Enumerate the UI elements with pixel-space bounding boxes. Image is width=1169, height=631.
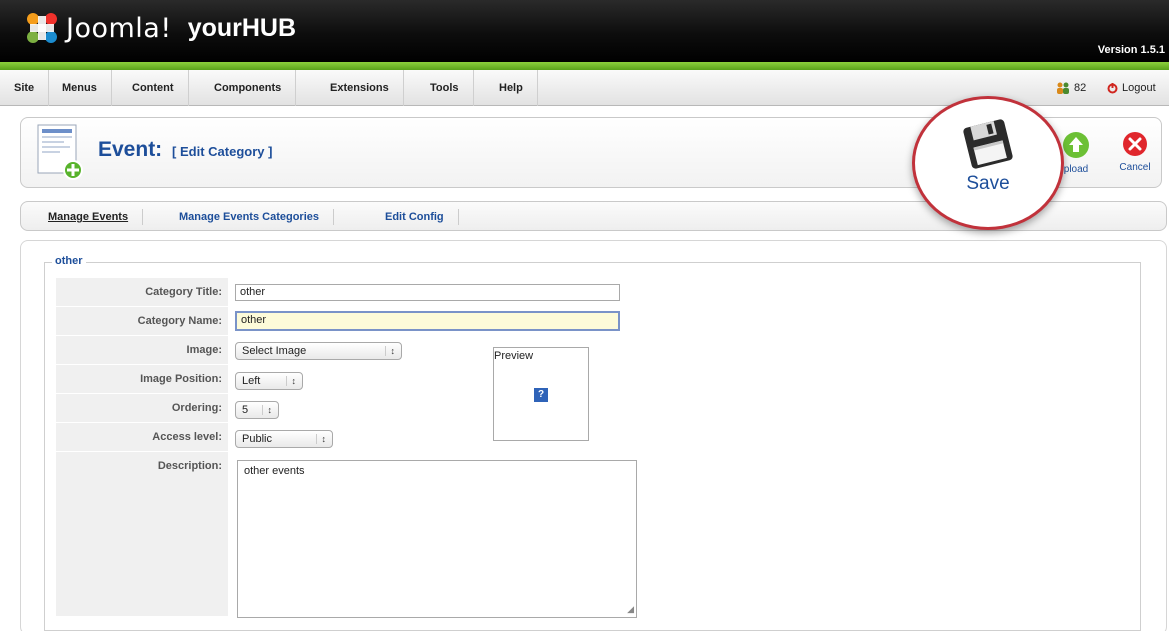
- logout-icon: [1107, 82, 1118, 93]
- joomla-logo-icon: [27, 13, 57, 43]
- logout-link[interactable]: Logout: [1107, 70, 1156, 106]
- cancel-label: Cancel: [1119, 162, 1151, 173]
- image-preview-box: Preview ?: [493, 347, 589, 441]
- menu-content[interactable]: Content: [118, 70, 189, 106]
- label-image: Image:: [56, 336, 228, 365]
- fieldset-legend: other: [52, 255, 86, 267]
- brand-name: Joomla!: [66, 12, 172, 44]
- category-title-input[interactable]: other: [235, 284, 620, 301]
- label-description: Description:: [56, 452, 228, 617]
- cancel-button[interactable]: Cancel: [1109, 130, 1161, 173]
- floppy-disk-icon[interactable]: [958, 117, 1018, 171]
- label-category-name: Category Name:: [56, 307, 228, 336]
- menu-site[interactable]: Site: [0, 70, 50, 106]
- image-position-select[interactable]: Left ↕: [235, 372, 303, 390]
- missing-image-icon: ?: [534, 388, 548, 402]
- select-arrow-icon: ↕: [285, 376, 296, 386]
- menu-menus[interactable]: Menus: [48, 70, 112, 106]
- access-level-value: Public: [242, 433, 272, 445]
- label-access-level: Access level:: [56, 423, 228, 452]
- description-textarea[interactable]: other events ◢: [237, 460, 637, 618]
- cancel-icon: [1123, 132, 1147, 156]
- page: Joomla! yourHUB Version 1.5.1 Site Menus…: [0, 0, 1169, 631]
- select-arrow-icon: ↕: [261, 405, 272, 415]
- joomla-logo: Joomla! yourHUB: [24, 8, 296, 48]
- submenu-manage-events[interactable]: Manage Events: [48, 209, 144, 225]
- logout-label: Logout: [1122, 82, 1156, 94]
- online-users-status[interactable]: 82: [1056, 70, 1086, 106]
- upload-icon: [1063, 132, 1089, 158]
- admin-header: Joomla! yourHUB Version 1.5.1: [0, 0, 1169, 62]
- users-icon: [1057, 82, 1069, 94]
- resize-handle-icon[interactable]: ◢: [627, 604, 634, 615]
- menu-extensions[interactable]: Extensions: [316, 70, 404, 106]
- description-text: other events: [244, 465, 305, 477]
- image-position-value: Left: [242, 375, 261, 387]
- menu-tools[interactable]: Tools: [416, 70, 474, 106]
- access-level-select[interactable]: Public ↕: [235, 430, 333, 448]
- menu-help[interactable]: Help: [485, 70, 538, 106]
- submenu-edit-config[interactable]: Edit Config: [385, 209, 459, 225]
- submenu-manage-categories[interactable]: Manage Events Categories: [179, 209, 334, 225]
- select-arrow-icon: ↕: [315, 434, 326, 444]
- category-add-icon: [37, 124, 83, 180]
- online-users-count: 82: [1074, 82, 1087, 94]
- category-name-input[interactable]: other: [235, 311, 620, 331]
- page-title-text: Event:: [98, 138, 163, 161]
- version-label: Version 1.5.1: [1097, 44, 1165, 56]
- image-select-value: Select Image: [242, 345, 307, 357]
- image-select[interactable]: Select Image ↕: [235, 342, 402, 360]
- save-button-label[interactable]: Save: [935, 173, 1041, 195]
- label-image-position: Image Position:: [56, 365, 228, 394]
- header-accent-bar: [0, 62, 1169, 70]
- preview-label: Preview: [494, 350, 534, 362]
- page-title: Event: [ Edit Category ]: [98, 138, 272, 162]
- page-subtitle: [ Edit Category ]: [172, 144, 273, 159]
- ordering-select[interactable]: 5 ↕: [235, 401, 279, 419]
- upload-label: pload: [1063, 164, 1089, 175]
- ordering-value: 5: [242, 404, 249, 416]
- product-name: yourHUB: [187, 13, 297, 42]
- menu-components[interactable]: Components: [200, 70, 297, 106]
- label-ordering: Ordering:: [56, 394, 228, 423]
- select-arrow-icon: ↕: [384, 346, 395, 356]
- label-category-title: Category Title:: [56, 278, 228, 307]
